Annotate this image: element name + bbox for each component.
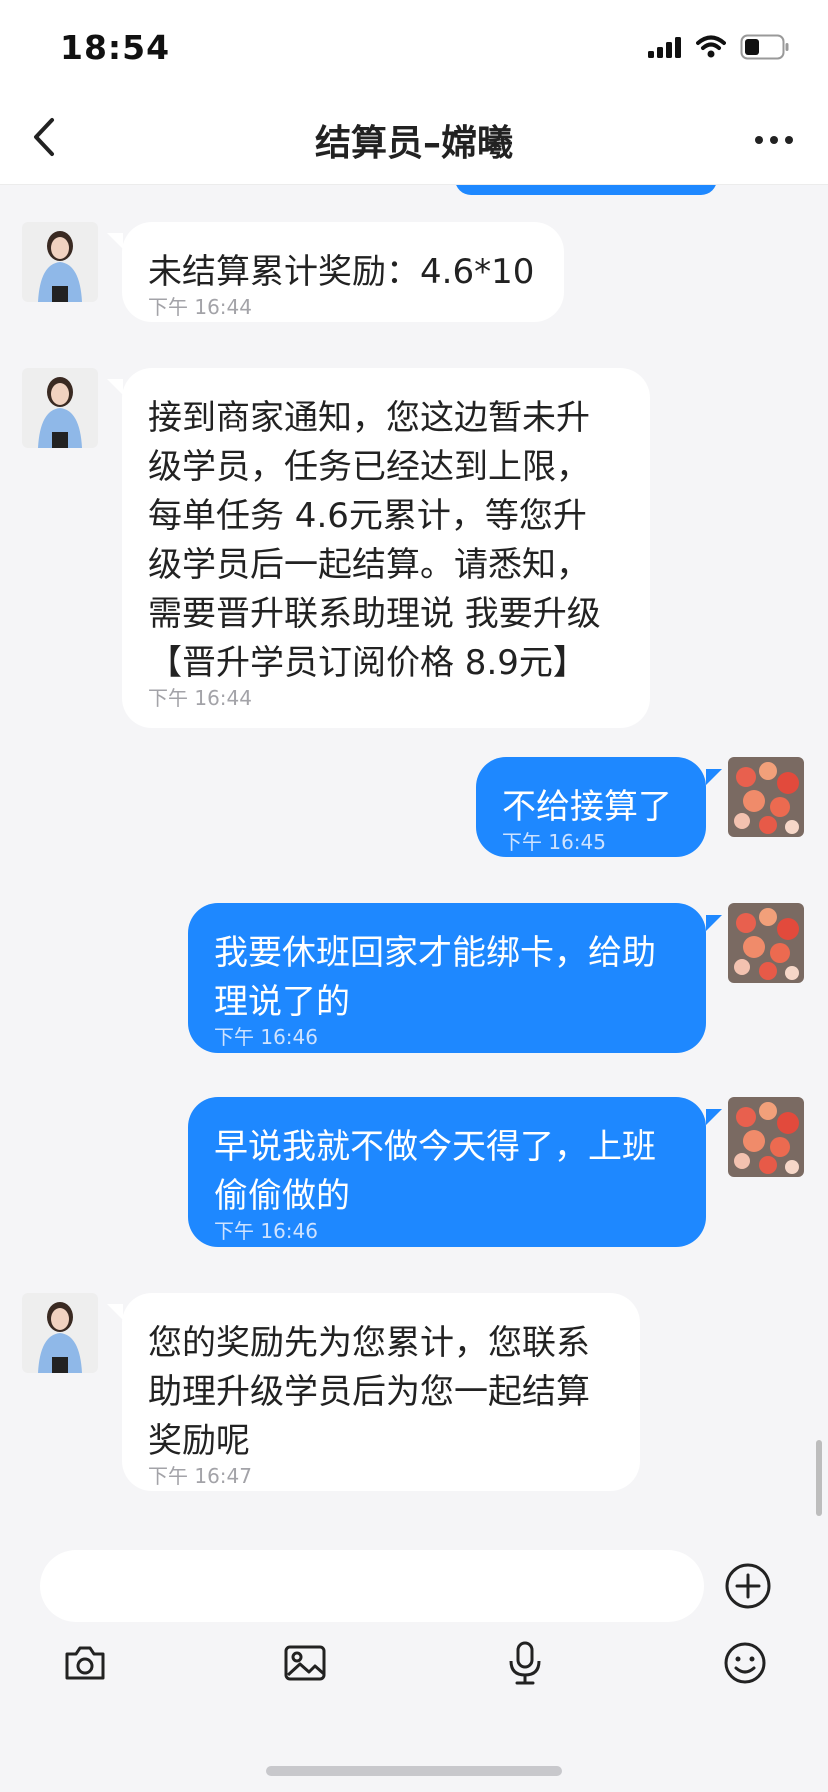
home-indicator [266,1766,562,1776]
bubble-tail [107,233,123,249]
message-time: 下午 16:47 [148,1464,252,1488]
message-bubble[interactable]: 您的奖励先为您累计，您联系 助理升级学员后为您一起结算 奖励呢 下午 16:47 [122,1293,640,1491]
status-icons [648,34,790,64]
message-time: 下午 16:46 [214,1219,318,1243]
voice-button[interactable] [502,1640,548,1686]
message-bubble[interactable]: 早说我就不做今天得了，上班 偷偷做的 下午 16:46 [188,1097,706,1247]
message-text: 我要休班回家才能绑卡，给助 理说了的 [214,933,656,1022]
message-text: 接到商家通知，您这边暂未升 级学员，任务已经达到上限， 每单任务 4.6元累计，… [148,398,601,683]
input-bar [0,1530,828,1792]
message-text: 您的奖励先为您累计，您联系 助理升级学员后为您一起结算 奖励呢 [148,1323,590,1461]
message-time: 下午 16:46 [214,1025,318,1049]
chat-messages[interactable]: 未结算累计奖励：4.6*10 下午 16:44 接到商家通知，您这边暂未升 级学… [0,185,828,1530]
wifi-icon [696,35,726,63]
image-icon [284,1645,326,1681]
plus-circle-icon [725,1563,771,1609]
camera-icon [65,1646,105,1680]
message-time: 下午 16:44 [148,686,252,710]
more-dots-icon [755,136,793,144]
message-text: 早说我就不做今天得了，上班 偷偷做的 [214,1127,656,1216]
top-bar: 18:54 结算员–嫦曦 [0,0,828,185]
message-input[interactable] [40,1550,704,1622]
message-bubble[interactable]: 我要休班回家才能绑卡，给助 理说了的 下午 16:46 [188,903,706,1053]
user-avatar[interactable] [728,903,804,983]
chat-title: 结算员–嫦曦 [314,123,513,164]
message-text: 未结算累计奖励：4.6*10 [148,252,535,292]
scroll-indicator[interactable] [816,1440,822,1516]
bubble-tail [706,915,722,931]
message-bubble[interactable]: 未结算累计奖励：4.6*10 下午 16:44 [122,222,564,322]
user-avatar[interactable] [728,757,804,837]
status-time: 18:54 [60,28,171,67]
microphone-icon [509,1641,541,1685]
agent-avatar[interactable] [22,368,98,448]
message-time: 下午 16:44 [148,295,252,319]
emoji-icon [724,1642,766,1684]
message-time: 下午 16:45 [502,830,606,854]
cellular-signal-icon [648,36,682,62]
agent-avatar[interactable] [22,222,98,302]
message-text: 不给接算了 [502,787,672,827]
emoji-button[interactable] [722,1640,768,1686]
image-button[interactable] [282,1640,328,1686]
message-bubble[interactable]: 不给接算了 下午 16:45 [476,757,706,857]
more-button[interactable] [752,124,796,156]
bubble-tail [107,379,123,395]
bubble-tail [107,1304,123,1320]
previous-message-bubble [455,185,717,195]
message-bubble[interactable]: 接到商家通知，您这边暂未升 级学员，任务已经达到上限， 每单任务 4.6元累计，… [122,368,650,728]
user-avatar[interactable] [728,1097,804,1177]
battery-icon [740,34,790,64]
camera-button[interactable] [62,1640,108,1686]
agent-avatar[interactable] [22,1293,98,1373]
add-attachment-button[interactable] [724,1562,772,1610]
bubble-tail [706,769,722,785]
bubble-tail [706,1109,722,1125]
